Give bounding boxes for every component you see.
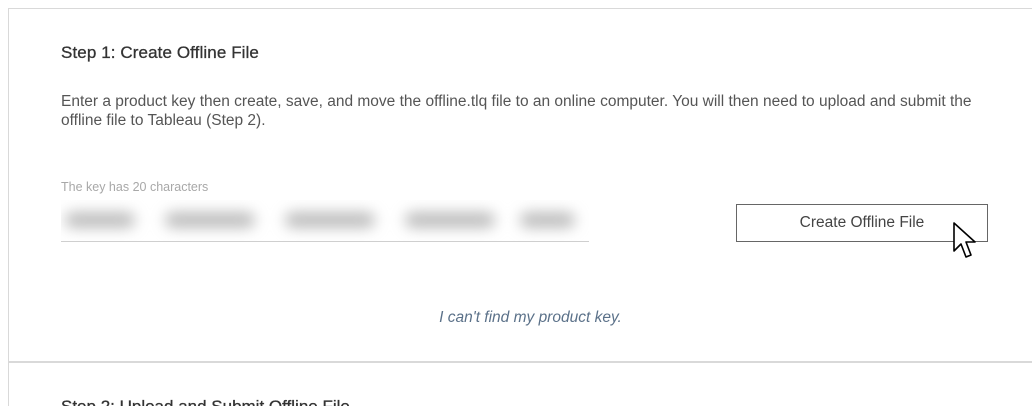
create-offline-file-button[interactable]: Create Offline File [736, 204, 988, 242]
product-key-label: The key has 20 characters [61, 180, 209, 194]
blurred-key-value [65, 208, 589, 234]
cant-find-product-key-link[interactable]: I can't find my product key. [0, 309, 1032, 327]
step1-title: Step 1: Create Offline File [61, 43, 259, 62]
activation-page: Step 1: Create Offline File Enter a prod… [0, 0, 1032, 406]
product-key-input[interactable] [61, 200, 589, 242]
step1-description: Enter a product key then create, save, a… [61, 93, 972, 129]
step2-title: Step 2: Upload and Submit Offline File [61, 397, 350, 406]
